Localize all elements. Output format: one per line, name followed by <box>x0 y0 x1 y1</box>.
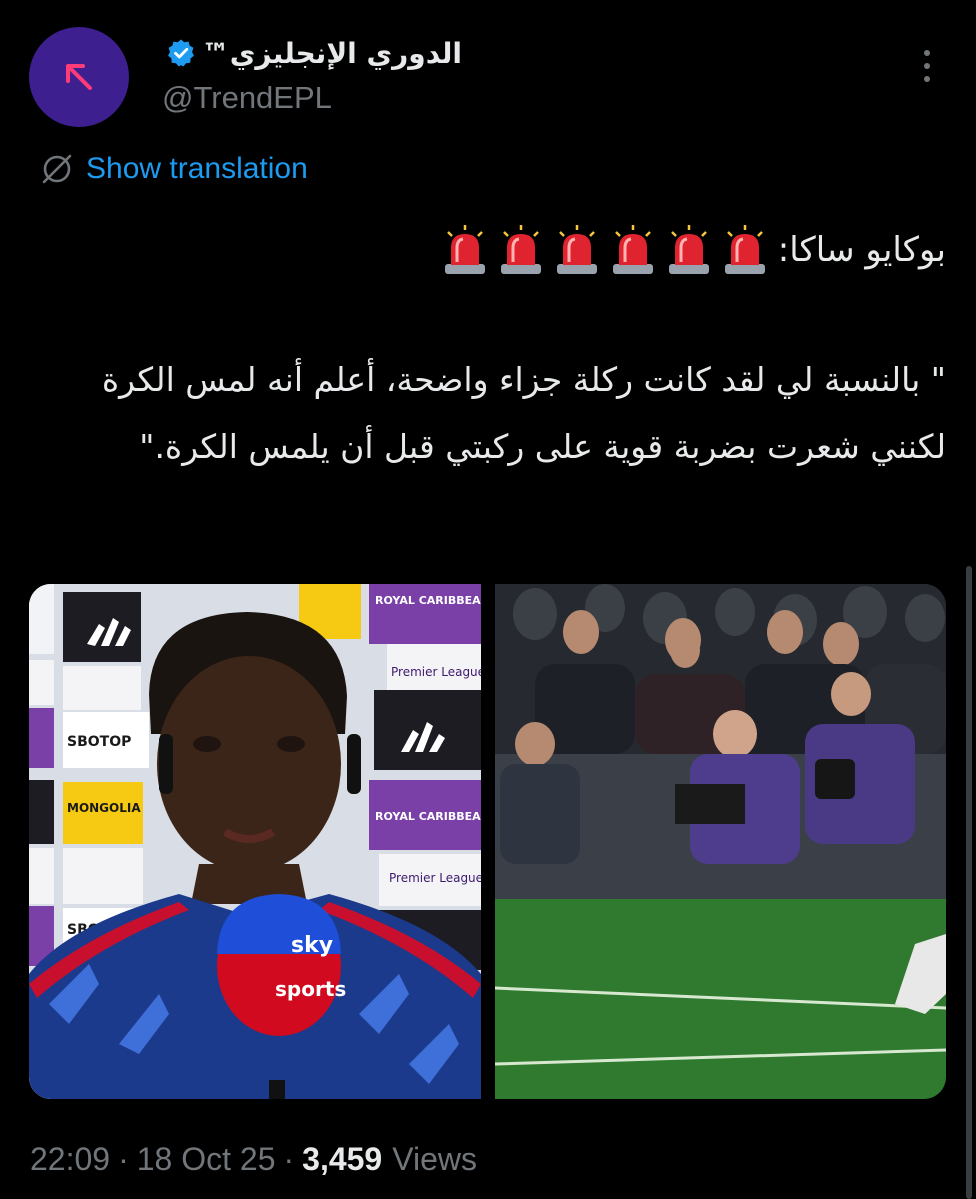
board-text-sbotop: SBOTOP <box>67 734 131 750</box>
mic-text-sky: sky <box>291 933 333 958</box>
tweet-time[interactable]: 22:09 <box>30 1141 110 1178</box>
verified-badge-icon <box>166 38 196 68</box>
board-text-premier-league-2: Premier League <box>389 871 481 885</box>
views-label: Views <box>392 1140 477 1177</box>
globe-slash-icon <box>42 154 72 184</box>
tweet-meta: 22:09 · 18 Oct 25 · 3,459 Views <box>30 1134 477 1184</box>
more-dot-icon <box>924 63 930 69</box>
more-dot-icon <box>924 50 930 56</box>
author-name[interactable]: الدوري الإنجليزي™ <box>202 37 462 70</box>
tweet-date[interactable]: 18 Oct 25 <box>137 1141 276 1178</box>
tweet-quote: " بالنسبة لي لقد كانت ركلة جزاء واضحة، أ… <box>101 360 946 466</box>
tweet-speaker-line: بوكايو ساكا: <box>40 218 946 282</box>
penalty-incident-photo[interactable] <box>495 584 946 1099</box>
police-light-icon <box>444 225 485 274</box>
tweet-media[interactable]: MONGOLIA SBOTOP SBOTOP Premier League Pr… <box>29 584 946 1099</box>
author-handle[interactable]: @TrendEPL <box>162 80 332 116</box>
avatar[interactable] <box>29 27 129 127</box>
police-light-icon <box>668 225 709 274</box>
scrollbar[interactable] <box>966 566 972 1199</box>
police-light-icon <box>500 225 541 274</box>
police-light-icon <box>556 225 597 274</box>
police-light-icon <box>612 225 653 274</box>
board-text-premier-league: Premier League <box>391 665 481 679</box>
saka-interview-photo[interactable]: MONGOLIA SBOTOP SBOTOP Premier League Pr… <box>29 584 481 1099</box>
siren-emoji-group <box>442 224 768 276</box>
views-count: 3,459 <box>302 1140 383 1177</box>
author-name-row[interactable]: الدوري الإنجليزي™ <box>166 30 462 76</box>
meta-separator-2: · <box>283 1140 295 1177</box>
police-light-icon <box>724 225 765 274</box>
show-translation-label[interactable]: Show translation <box>86 152 308 186</box>
show-translation-button[interactable]: Show translation <box>40 148 308 190</box>
board-text-royal-caribbean: ROYAL CARIBBEAN <box>375 810 481 823</box>
meta-separator: · <box>118 1140 129 1177</box>
more-options-button[interactable] <box>910 44 944 88</box>
board-text-mongolia: MONGOLIA <box>67 801 141 815</box>
arrow-up-left-icon <box>66 64 92 90</box>
mic-text-sports: sports <box>275 977 346 1001</box>
speaker-text: بوكايو ساكا: <box>777 230 946 270</box>
more-dot-icon <box>924 76 930 82</box>
board-text-royal-caribbean-2: ROYAL CARIBBEAN <box>375 594 481 607</box>
